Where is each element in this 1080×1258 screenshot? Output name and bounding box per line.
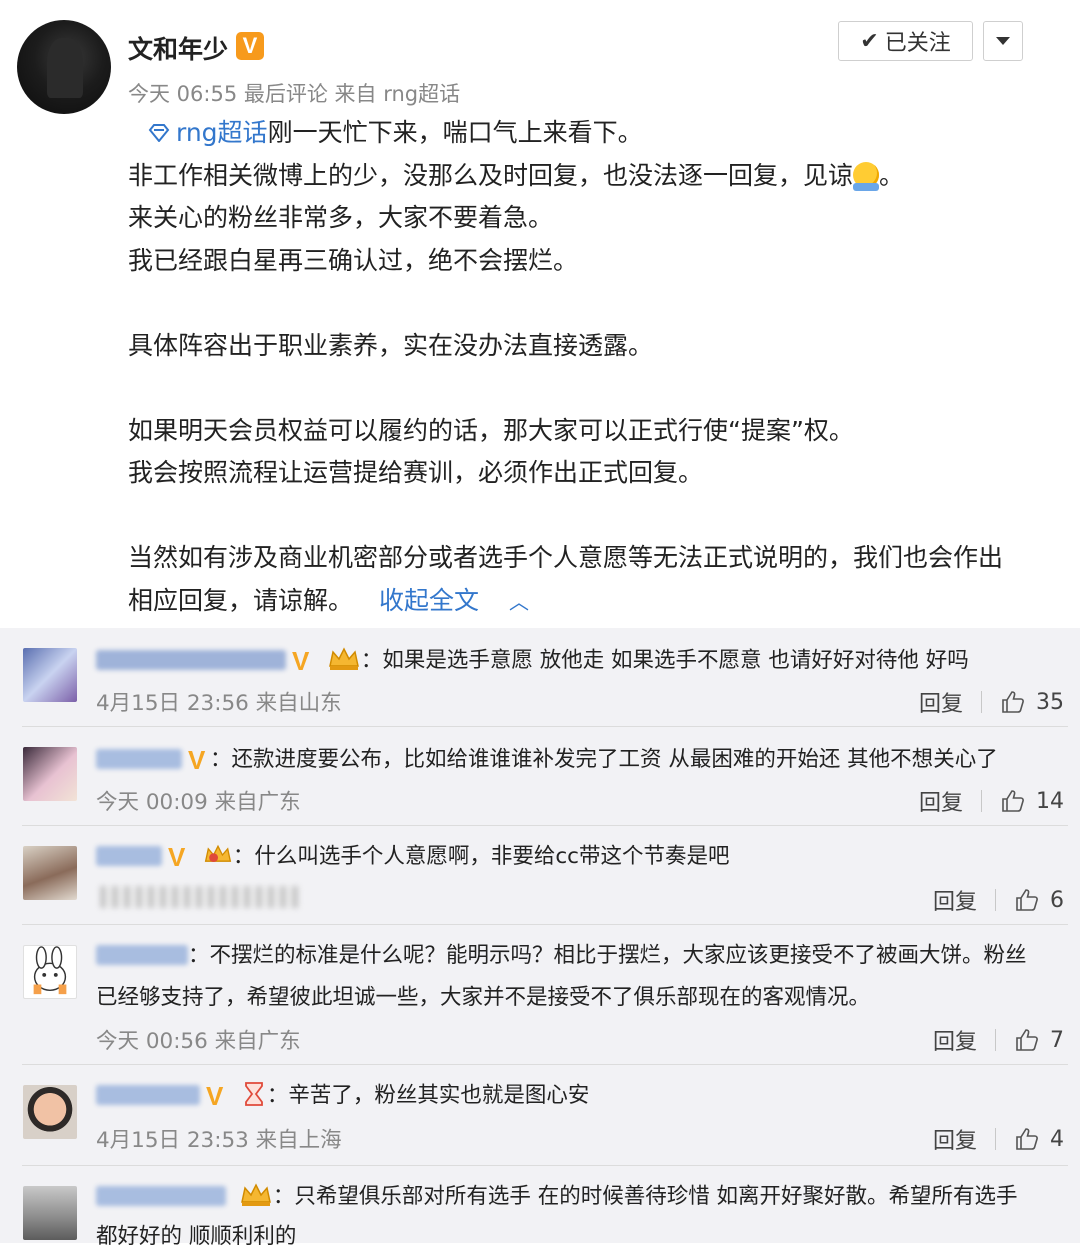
comment-text: 还款进度要公布，比如给谁谁谁补发完了工资 从最困难的开始还 其他不想关心了 bbox=[231, 747, 998, 772]
follow-button[interactable]: ✔ 已关注 bbox=[838, 21, 973, 61]
commenter-name[interactable] bbox=[96, 650, 286, 670]
commenter-avatar[interactable] bbox=[23, 747, 77, 801]
post-line-3: 来关心的粉丝非常多，大家不要着急。 bbox=[128, 203, 554, 232]
thumbs-up-icon[interactable] bbox=[1000, 689, 1026, 715]
reply-button[interactable]: 回复 bbox=[919, 686, 963, 718]
thumbs-up-icon[interactable] bbox=[1014, 1126, 1040, 1152]
comment-meta-blurred bbox=[100, 886, 300, 908]
thumbs-up-icon[interactable] bbox=[1014, 1027, 1040, 1053]
hug-emoji-icon bbox=[853, 161, 880, 191]
reply-button[interactable]: 回复 bbox=[933, 884, 977, 916]
commenter-name[interactable] bbox=[96, 1085, 200, 1105]
thumbs-up-icon[interactable] bbox=[1014, 887, 1040, 913]
comment-text: 不摆烂的标准是什么呢？能明示吗？相比于摆烂，大家应该更接受不了被画大饼。粉丝 bbox=[209, 943, 1027, 968]
hourglass-icon bbox=[244, 1082, 263, 1106]
commenter-avatar[interactable] bbox=[23, 648, 77, 702]
super-topic-icon bbox=[148, 124, 170, 142]
post-line-2-end: 。 bbox=[879, 160, 905, 190]
crown-icon bbox=[204, 844, 232, 863]
weibo-post: 文和年少 V 今天 06:55 最后评论 来自 rng超话 ✔ 已关注 rng超… bbox=[0, 0, 1080, 628]
collapse-text-link[interactable]: 收起全文 bbox=[379, 586, 479, 615]
verified-v-icon: V bbox=[292, 646, 310, 676]
post-line-8: 当然如有涉及商业机密部分或者选手个人意愿等无法正式说明的，我们也会作出 bbox=[128, 543, 1004, 572]
post-meta: 今天 06:55 最后评论 来自 rng超话 bbox=[128, 82, 461, 106]
author-name[interactable]: 文和年少 bbox=[128, 30, 228, 66]
comment-meta: 今天 00:09 来自广东 bbox=[96, 790, 301, 815]
verified-v-icon: V bbox=[206, 1081, 224, 1111]
crown-icon bbox=[240, 1183, 271, 1206]
post-line-7: 我会按照流程让运营提给赛训，必须作出正式回复。 bbox=[128, 458, 704, 487]
verified-v-icon: V bbox=[188, 745, 206, 775]
thumbs-up-icon[interactable] bbox=[1000, 788, 1026, 814]
comment-meta: 4月15日 23:56 来自山东 bbox=[96, 691, 342, 716]
commenter-name[interactable] bbox=[96, 749, 182, 769]
comment-text-line2: 已经够支持了，希望彼此坦诚一些，大家并不是接受不了俱乐部现在的客观情况。 bbox=[96, 985, 871, 1010]
follow-button-label: 已关注 bbox=[884, 31, 951, 56]
post-line-6: 如果明天会员权益可以履约的话，那大家可以正式行使“提案”权。 bbox=[128, 415, 854, 445]
comment-list: V ：如果是选手意愿 放他走 如果选手不愿意 也请好好对待他 好吗 4月15日 … bbox=[0, 628, 1080, 1249]
like-count: 6 bbox=[1050, 887, 1064, 913]
crown-icon bbox=[328, 647, 359, 670]
reply-button[interactable]: 回复 bbox=[919, 785, 963, 817]
commenter-name[interactable] bbox=[96, 846, 162, 866]
chevron-up-icon[interactable]: ︿ bbox=[509, 581, 529, 624]
commenter-avatar[interactable] bbox=[23, 945, 77, 999]
commenter-name[interactable] bbox=[96, 1186, 226, 1206]
topic-link[interactable]: rng超话 bbox=[176, 118, 268, 147]
reply-button[interactable]: 回复 bbox=[933, 1024, 977, 1056]
post-line-1: 刚一天忙下来，喘口气上来看下。 bbox=[267, 118, 643, 147]
more-dropdown-button[interactable] bbox=[983, 21, 1023, 61]
verified-badge-icon: V bbox=[236, 32, 264, 60]
comment-meta: 今天 00:56 来自广东 bbox=[96, 1029, 301, 1054]
like-count: 14 bbox=[1036, 788, 1064, 814]
post-content: rng超话刚一天忙下来，喘口气上来看下。 非工作相关微博上的少，没那么及时回复，… bbox=[128, 112, 1048, 622]
post-line-9: 相应回复，请谅解。 bbox=[128, 585, 354, 615]
reply-button[interactable]: 回复 bbox=[933, 1123, 977, 1155]
like-count: 35 bbox=[1036, 689, 1064, 715]
like-count: 4 bbox=[1050, 1126, 1064, 1152]
commenter-name[interactable] bbox=[96, 945, 188, 965]
commenter-avatar[interactable] bbox=[23, 1085, 77, 1139]
commenter-avatar[interactable] bbox=[23, 846, 77, 900]
comment-text-line2: 都好好的 顺顺利利的 bbox=[96, 1224, 297, 1249]
post-line-2: 非工作相关微博上的少，没那么及时回复，也没法逐一回复，见谅 bbox=[128, 160, 854, 190]
chevron-down-icon bbox=[996, 37, 1010, 45]
comment-text: 什么叫选手个人意愿啊，非要给cc带这个节奏是吧 bbox=[254, 844, 730, 869]
comment-meta: 4月15日 23:53 来自上海 bbox=[96, 1128, 342, 1153]
post-line-4: 我已经跟白星再三确认过，绝不会摆烂。 bbox=[128, 245, 579, 275]
comment-text: 辛苦了，粉丝其实也就是图心安 bbox=[288, 1083, 590, 1108]
like-count: 7 bbox=[1050, 1027, 1064, 1053]
comment-text: 只希望俱乐部对所有选手 在的时候善待珍惜 如离开好聚好散。希望所有选手 bbox=[294, 1184, 1018, 1209]
post-line-5: 具体阵容出于职业素养，实在没办法直接透露。 bbox=[128, 330, 654, 360]
commenter-avatar[interactable] bbox=[23, 1186, 77, 1240]
check-icon: ✔ bbox=[860, 28, 879, 54]
comment-text: 如果是选手意愿 放他走 如果选手不愿意 也请好好对待他 好吗 bbox=[382, 648, 969, 673]
author-avatar[interactable] bbox=[17, 20, 111, 114]
verified-v-icon: V bbox=[168, 842, 186, 872]
